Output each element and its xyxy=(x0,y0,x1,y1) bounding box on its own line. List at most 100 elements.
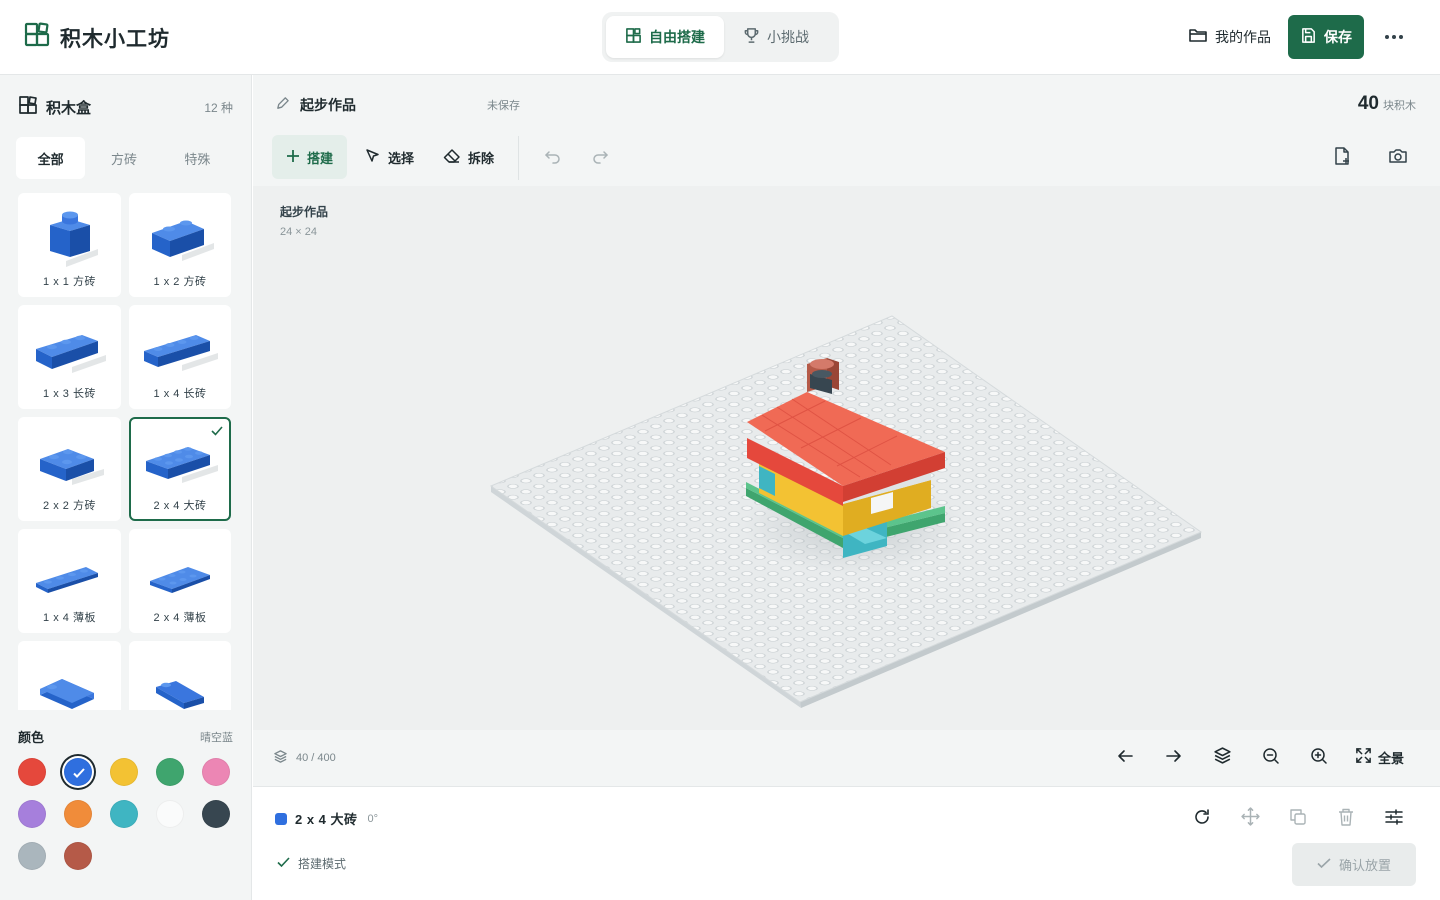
brick-preview-2x4 xyxy=(146,447,218,483)
workspace-title-row: 起步作品 未保存 40 块积木 xyxy=(253,75,1440,132)
mode-tab-free-build[interactable]: 自由搭建 xyxy=(606,16,724,58)
brick-total: 40 块积木 xyxy=(1358,93,1416,115)
rotate-right-button[interactable] xyxy=(1162,747,1184,769)
color-swatch[interactable] xyxy=(18,842,46,870)
brick-label: 1 x 1 方砖 xyxy=(43,276,96,288)
arrow-left-icon xyxy=(1117,749,1134,768)
adjust-settings-button[interactable] xyxy=(1382,807,1406,831)
build-canvas[interactable]: 起步作品 24 × 24 xyxy=(253,186,1440,730)
folder-icon xyxy=(1188,26,1208,47)
fullscreen-button[interactable]: 全景 xyxy=(1355,747,1404,767)
arrow-right-icon xyxy=(1165,749,1182,768)
color-swatch[interactable] xyxy=(202,758,230,786)
workspace: 起步作品 未保存 40 块积木 搭建 选择 拆除 起步作品 24 × 24 40… xyxy=(253,75,1440,900)
brick-total-unit: 块积木 xyxy=(1383,100,1416,112)
brick-card-1x4[interactable]: 1 x 4 长砖 xyxy=(129,305,231,409)
brick-label: 1 x 3 长砖 xyxy=(43,388,96,400)
checkmark-icon xyxy=(277,856,290,871)
view-navigation-bar: 40 / 400 全景 xyxy=(253,730,1440,787)
color-swatch[interactable] xyxy=(202,800,230,828)
trash-icon xyxy=(1338,808,1354,831)
confirm-place-button[interactable]: 确认放置 xyxy=(1292,843,1416,886)
brick-preview-1x4-plate xyxy=(35,567,98,593)
copy-icon xyxy=(1289,808,1307,831)
mode-tab-label: 自由搭建 xyxy=(649,29,705,45)
duplicate-brick-button[interactable] xyxy=(1286,807,1310,831)
build-mode-label: 搭建模式 xyxy=(298,857,347,871)
brick-box-header: 积木盒 12 种 xyxy=(18,95,233,120)
blocks-icon xyxy=(625,27,642,47)
brick-sidebar: 积木盒 12 种 全部 方砖 特殊 1 x 1 方砖 1 x 2 方砖 1 x … xyxy=(0,75,252,900)
tool-build[interactable]: 搭建 xyxy=(272,135,348,179)
color-swatch[interactable] xyxy=(64,842,92,870)
brick-card-2x4-plate[interactable]: 2 x 4 薄板 xyxy=(129,529,231,633)
build-mode-indicator: 搭建模式 xyxy=(277,855,346,872)
brick-card-1x3[interactable]: 1 x 3 长砖 xyxy=(18,305,121,409)
new-file-button[interactable] xyxy=(1333,135,1351,179)
blocks-icon xyxy=(18,95,38,120)
tool-demolish[interactable]: 拆除 xyxy=(443,135,494,179)
color-swatch[interactable] xyxy=(18,758,46,786)
pencil-icon xyxy=(275,96,290,114)
my-works-button[interactable]: 我的作品 xyxy=(1188,26,1271,47)
brick-label: 2 x 4 薄板 xyxy=(153,612,207,624)
blocks-logo-icon xyxy=(24,22,50,53)
redo-button[interactable] xyxy=(591,135,609,179)
brick-label: 1 x 4 薄板 xyxy=(43,612,96,624)
layer-count: 40 / 400 xyxy=(273,749,336,767)
new-file-icon xyxy=(1333,146,1351,169)
checkmark-icon xyxy=(211,423,223,441)
delete-brick-button[interactable] xyxy=(1334,807,1358,831)
tab-square[interactable]: 方砖 xyxy=(89,137,158,179)
brick-card-1x1[interactable]: 1 x 1 方砖 xyxy=(18,193,121,297)
confirm-place-label: 确认放置 xyxy=(1338,858,1391,873)
selected-brick-info: 2 x 4 大砖 0° xyxy=(275,809,378,828)
rotate-icon xyxy=(1193,808,1211,831)
more-button[interactable] xyxy=(1378,22,1410,52)
zoom-in-button[interactable] xyxy=(1308,747,1330,769)
tab-special[interactable]: 特殊 xyxy=(163,137,232,179)
brick-preview-2x4-plate xyxy=(150,567,210,593)
color-swatch[interactable] xyxy=(110,758,138,786)
app-logo: 积木小工坊 xyxy=(24,22,170,53)
layers-button[interactable] xyxy=(1211,747,1233,769)
move-brick-button[interactable] xyxy=(1238,807,1262,831)
brick-type-count: 12 种 xyxy=(204,101,233,115)
brick-card-2x4[interactable]: 2 x 4 大砖 xyxy=(129,417,231,521)
checkmark-icon xyxy=(1317,857,1331,872)
color-swatch[interactable] xyxy=(18,800,46,828)
tool-label: 拆除 xyxy=(468,150,495,166)
tab-all[interactable]: 全部 xyxy=(16,137,86,179)
undo-icon xyxy=(544,148,562,167)
brick-total-number: 40 xyxy=(1357,93,1379,114)
save-button[interactable]: 保存 xyxy=(1288,15,1364,59)
color-swatch[interactable] xyxy=(64,800,92,828)
trophy-icon xyxy=(743,27,760,47)
brick-card-1x4-plate[interactable]: 1 x 4 薄板 xyxy=(18,529,121,633)
brick-preview-slope-small xyxy=(156,681,204,709)
rotation-readout: 0° xyxy=(367,812,379,825)
brick-label: 1 x 2 方砖 xyxy=(153,276,207,288)
mode-tab-challenge[interactable]: 小挑战 xyxy=(724,16,828,58)
tool-select[interactable]: 选择 xyxy=(365,135,414,179)
sliders-icon xyxy=(1385,808,1403,831)
work-name[interactable]: 起步作品 xyxy=(275,95,356,115)
color-swatch[interactable] xyxy=(64,758,92,786)
zoom-out-button[interactable] xyxy=(1260,747,1282,769)
brick-card-slope-small[interactable] xyxy=(129,641,231,710)
brick-card-2x2[interactable]: 2 x 2 方砖 xyxy=(18,417,121,521)
undo-button[interactable] xyxy=(544,135,562,179)
brick-card-1x2[interactable]: 1 x 2 方砖 xyxy=(129,193,231,297)
rotate-left-button[interactable] xyxy=(1114,747,1136,769)
pointer-icon xyxy=(365,148,381,167)
eraser-icon xyxy=(443,148,461,167)
save-icon xyxy=(1300,27,1317,47)
color-swatch[interactable] xyxy=(156,800,184,828)
rotate-brick-button[interactable] xyxy=(1190,807,1214,831)
screenshot-button[interactable] xyxy=(1388,135,1408,179)
app-title: 积木小工坊 xyxy=(60,27,170,51)
color-swatch[interactable] xyxy=(156,758,184,786)
color-swatch[interactable] xyxy=(110,800,138,828)
brick-card-slope[interactable] xyxy=(18,641,121,710)
brick-label: 1 x 4 长砖 xyxy=(153,388,207,400)
